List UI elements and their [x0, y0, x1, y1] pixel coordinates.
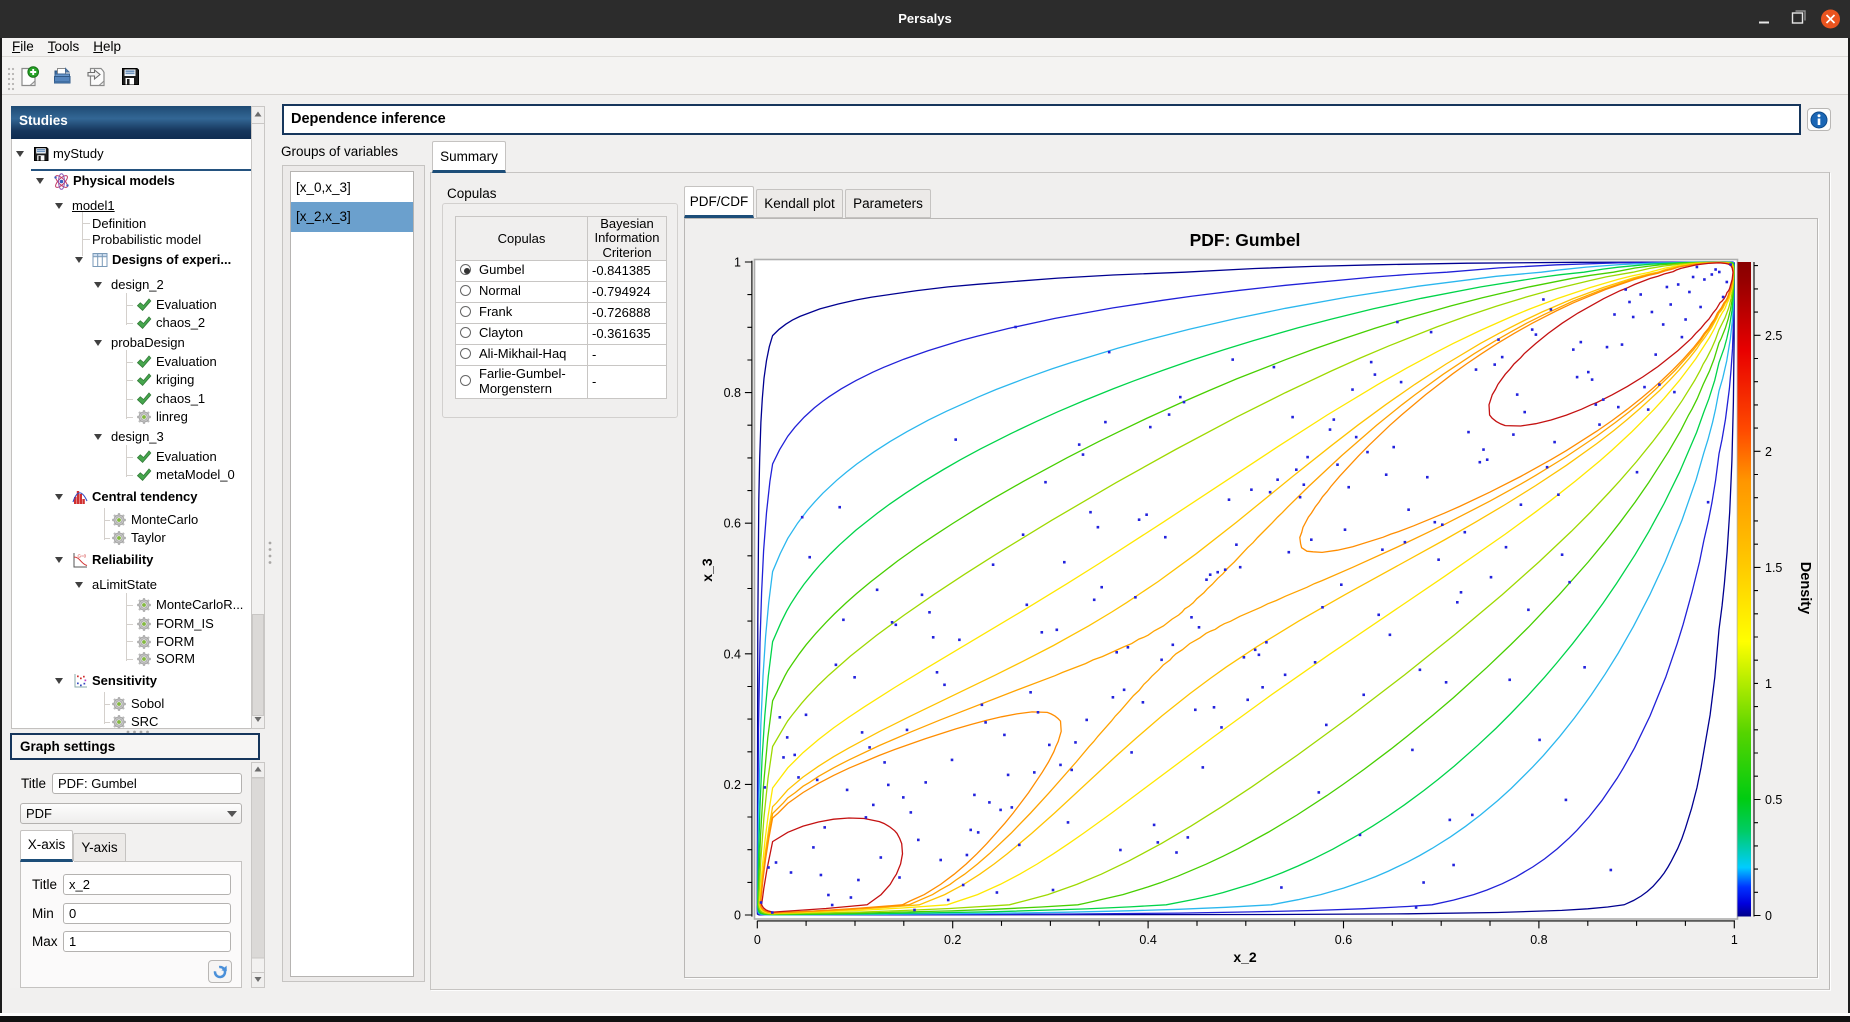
svg-text:0.4: 0.4 — [724, 647, 741, 661]
svg-text:0: 0 — [734, 909, 741, 923]
svg-text:0.6: 0.6 — [1335, 933, 1352, 947]
svg-text:0.8: 0.8 — [1530, 933, 1547, 947]
svg-text:0.5: 0.5 — [1765, 793, 1782, 807]
svg-text:0: 0 — [754, 933, 761, 947]
svg-text:1: 1 — [1765, 677, 1772, 691]
svg-text:1.5: 1.5 — [1765, 561, 1782, 575]
svg-text:1: 1 — [1731, 933, 1738, 947]
svg-text:0.2: 0.2 — [724, 778, 741, 792]
svg-text:0.4: 0.4 — [1139, 933, 1156, 947]
svg-text:0.6: 0.6 — [724, 517, 741, 531]
svg-text:0.2: 0.2 — [944, 933, 961, 947]
svg-text:2: 2 — [1765, 445, 1772, 459]
svg-text:1: 1 — [734, 256, 741, 270]
svg-text:0: 0 — [1765, 909, 1772, 923]
svg-text:PDF: Gumbel: PDF: Gumbel — [1190, 230, 1301, 250]
svg-text:x_2: x_2 — [1233, 949, 1257, 965]
svg-text:G=0: G=0 — [78, 554, 87, 559]
svg-text:0.8: 0.8 — [724, 386, 741, 400]
svg-text:Density: Density — [1797, 562, 1813, 614]
svg-text:x_3: x_3 — [699, 558, 715, 582]
svg-text:2.5: 2.5 — [1765, 329, 1782, 343]
